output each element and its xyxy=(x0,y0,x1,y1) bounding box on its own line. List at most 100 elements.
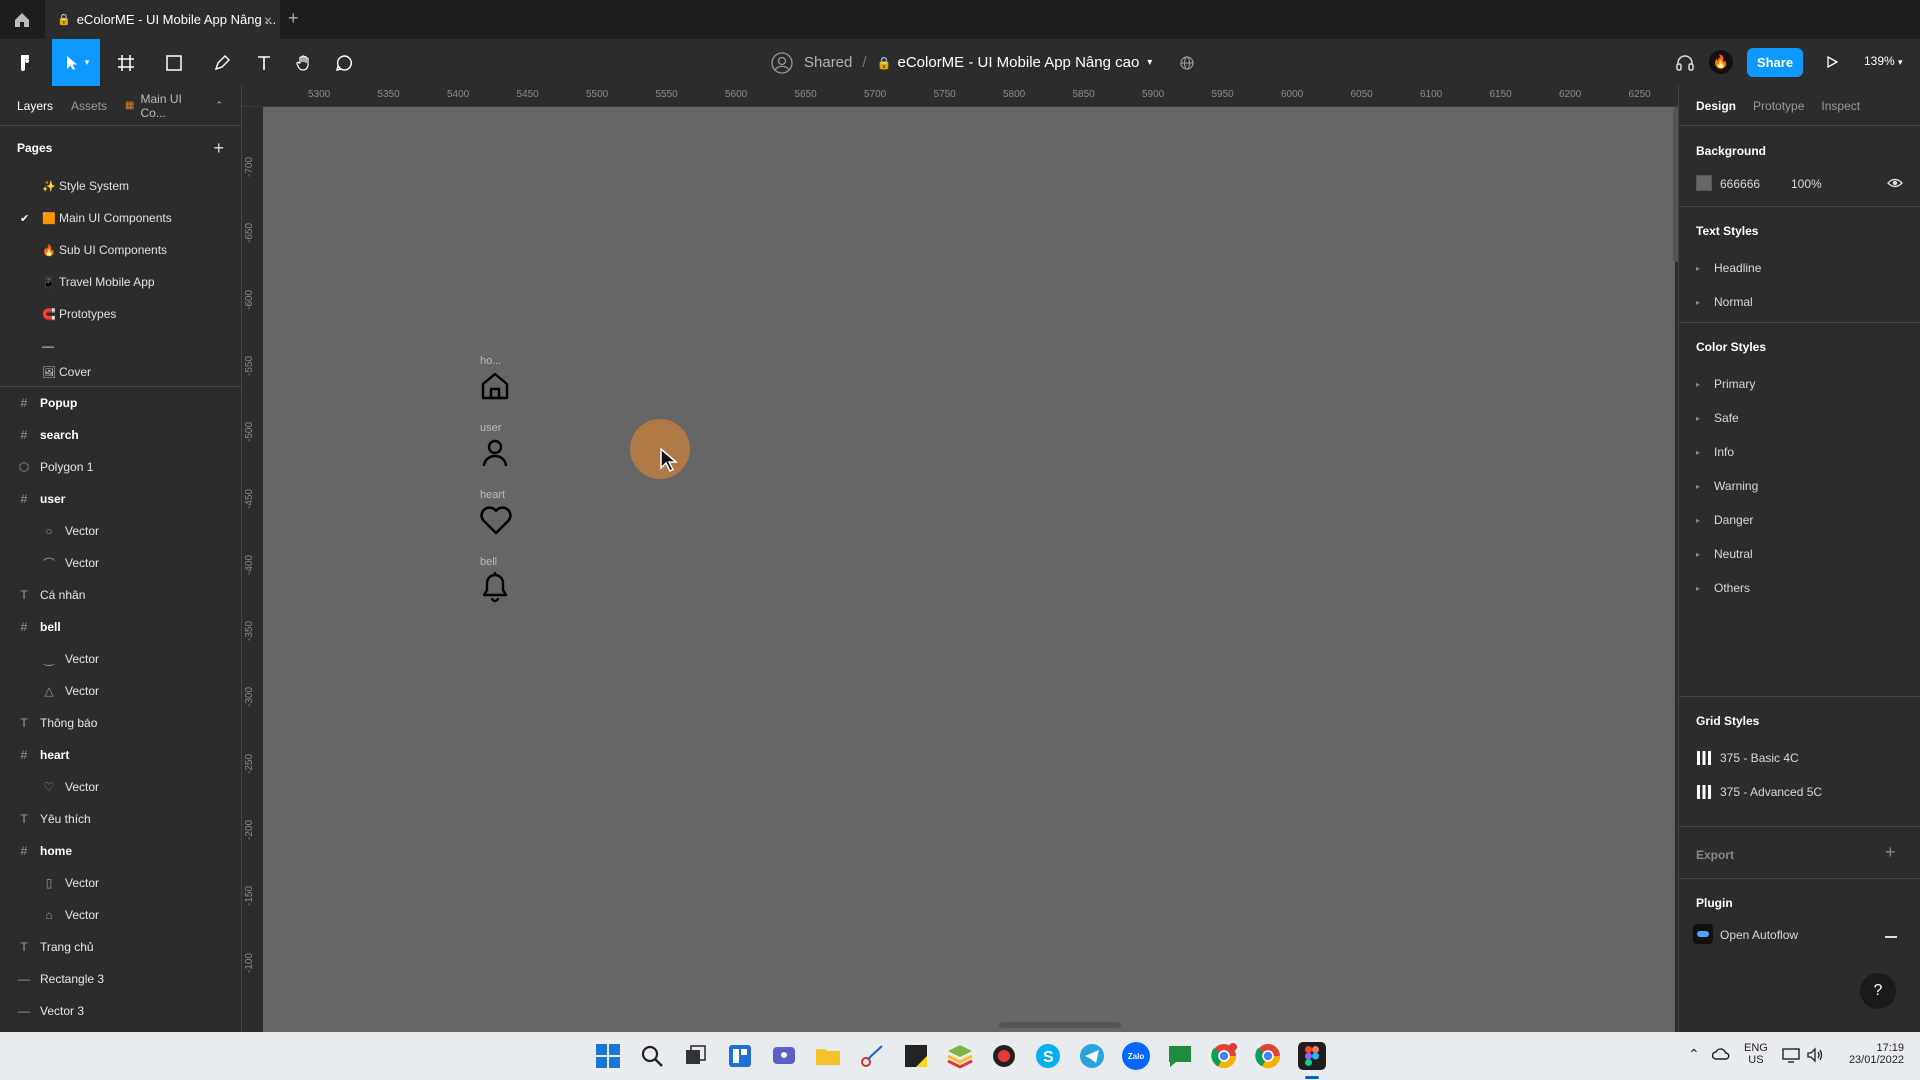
chrome-profile-icon[interactable] xyxy=(1254,1042,1282,1070)
current-page-selector[interactable]: Main UI Co... xyxy=(141,92,210,120)
layer-row[interactable]: # heart xyxy=(0,739,241,771)
move-tool-icon[interactable]: ▾ xyxy=(52,39,100,86)
shape-tool-icon[interactable] xyxy=(156,39,192,86)
layer-row[interactable]: # search xyxy=(0,419,241,451)
file-explorer-icon[interactable] xyxy=(814,1042,842,1070)
help-button[interactable]: ? xyxy=(1860,973,1896,1009)
background-color-swatch[interactable] xyxy=(1696,175,1712,191)
home-frame-label[interactable]: ho... xyxy=(480,355,501,367)
file-name[interactable]: eColorME - UI Mobile App Nâng cao xyxy=(898,54,1140,71)
layer-row[interactable]: T Yêu thích xyxy=(0,803,241,835)
teams-chat-icon[interactable] xyxy=(770,1042,798,1070)
eye-icon[interactable] xyxy=(1887,177,1903,189)
layer-row[interactable]: # home xyxy=(0,835,241,867)
zalo-icon[interactable]: Zalo xyxy=(1122,1042,1150,1070)
tab-assets[interactable]: Assets xyxy=(71,99,107,113)
page-item[interactable]: — xyxy=(0,330,241,362)
layer-row[interactable]: # user xyxy=(0,483,241,515)
frame-tool-icon[interactable] xyxy=(108,39,144,86)
telegram-icon[interactable] xyxy=(1078,1042,1106,1070)
color-style-item[interactable]: ▸ Others xyxy=(1696,581,1750,595)
close-tab-icon[interactable]: × xyxy=(264,12,272,28)
task-view-icon[interactable] xyxy=(682,1042,710,1070)
page-item[interactable]: 📱 Travel Mobile App xyxy=(0,266,241,298)
bell-icon[interactable] xyxy=(479,569,511,603)
layer-row[interactable]: T Cá nhân xyxy=(0,579,241,611)
layer-row[interactable]: △ Vector xyxy=(0,675,241,707)
present-play-icon[interactable] xyxy=(1825,55,1839,69)
skype-icon[interactable]: S xyxy=(1034,1042,1062,1070)
color-style-item[interactable]: ▸ Neutral xyxy=(1696,547,1753,561)
layer-row[interactable]: — Vector 3 xyxy=(0,995,241,1027)
heart-icon[interactable] xyxy=(479,504,513,536)
page-item[interactable]: ✔ 🟧 Main UI Components xyxy=(0,202,241,234)
page-item[interactable]: ✨ Style System xyxy=(0,170,241,202)
layer-row[interactable]: # bell xyxy=(0,611,241,643)
background-hex-input[interactable]: 666666 xyxy=(1720,177,1760,191)
remove-plugin-icon[interactable] xyxy=(1885,936,1897,938)
search-icon[interactable] xyxy=(638,1042,666,1070)
chrome-icon[interactable] xyxy=(1210,1042,1238,1070)
user-icon[interactable] xyxy=(479,437,511,469)
shared-link[interactable]: Shared xyxy=(804,54,852,71)
audio-headphones-icon[interactable] xyxy=(1675,53,1695,73)
text-style-item[interactable]: ▸ Headline xyxy=(1696,261,1761,275)
share-button[interactable]: Share xyxy=(1747,48,1803,77)
grid-style-item[interactable]: 375 - Basic 4C xyxy=(1696,750,1799,766)
volume-icon[interactable] xyxy=(1806,1047,1824,1063)
horizontal-scrollbar[interactable] xyxy=(999,1022,1121,1028)
comment-tool-icon[interactable] xyxy=(330,39,358,86)
layer-row[interactable]: ‿ Vector xyxy=(0,643,241,675)
user-avatar[interactable]: 🔥 xyxy=(1709,50,1733,74)
layer-row[interactable]: ♡ Vector xyxy=(0,771,241,803)
messages-icon[interactable] xyxy=(1166,1042,1194,1070)
tab-prototype[interactable]: Prototype xyxy=(1753,99,1804,113)
background-opacity-input[interactable]: 100% xyxy=(1791,177,1822,191)
layer-row[interactable]: ○ Vector xyxy=(0,515,241,547)
bell-frame-label[interactable]: bell xyxy=(480,556,497,568)
color-style-item[interactable]: ▸ Danger xyxy=(1696,513,1753,527)
chevron-up-icon[interactable]: ⌃ xyxy=(215,100,223,111)
layer-row[interactable]: ⌂ Vector xyxy=(0,899,241,931)
clock[interactable]: 17:19 23/01/2022 xyxy=(1834,1042,1904,1066)
color-style-item[interactable]: ▸ Safe xyxy=(1696,411,1739,425)
page-item[interactable]: 🖼 Cover xyxy=(0,362,241,382)
autoflow-plugin-icon[interactable] xyxy=(1693,924,1713,944)
grid-style-item[interactable]: 375 - Advanced 5C xyxy=(1696,784,1822,800)
new-tab-button[interactable]: + xyxy=(288,8,299,29)
zoom-level[interactable]: 139% ▾ xyxy=(1864,54,1903,68)
tray-overflow-icon[interactable]: ⌃ xyxy=(1688,1046,1700,1063)
text-tool-icon[interactable] xyxy=(252,39,276,86)
snipping-tool-icon[interactable] xyxy=(858,1042,886,1070)
add-page-icon[interactable]: + xyxy=(213,138,224,159)
figma-app-icon[interactable] xyxy=(1298,1042,1326,1070)
main-menu-icon[interactable] xyxy=(8,39,42,86)
add-export-icon[interactable]: + xyxy=(1885,842,1896,863)
network-monitor-icon[interactable] xyxy=(1782,1047,1800,1063)
pen-tool-icon[interactable] xyxy=(204,39,240,86)
file-tab[interactable]: 🔒 eColorME - UI Mobile App Nâng ... × xyxy=(45,0,280,39)
language-indicator[interactable]: ENG US xyxy=(1744,1042,1768,1066)
plugin-name[interactable]: Open Autoflow xyxy=(1720,928,1798,942)
onedrive-cloud-icon[interactable] xyxy=(1712,1047,1730,1061)
bluestacks-icon[interactable] xyxy=(946,1042,974,1070)
design-canvas[interactable]: ho... user heart bell xyxy=(263,107,1679,1032)
user-frame-label[interactable]: user xyxy=(480,422,501,434)
widgets-icon[interactable] xyxy=(726,1042,754,1070)
sticky-notes-icon[interactable] xyxy=(902,1042,930,1070)
home-icon[interactable] xyxy=(12,10,32,30)
layer-row[interactable]: ▯ Vector xyxy=(0,867,241,899)
heart-frame-label[interactable]: heart xyxy=(480,489,505,501)
layer-row[interactable]: # Popup xyxy=(0,387,241,419)
color-style-item[interactable]: ▸ Info xyxy=(1696,445,1734,459)
globe-icon[interactable] xyxy=(1180,55,1194,70)
tab-layers[interactable]: Layers xyxy=(17,99,53,113)
windows-start-icon[interactable] xyxy=(594,1042,622,1070)
tab-design[interactable]: Design xyxy=(1696,99,1736,113)
layer-row[interactable]: — Rectangle 3 xyxy=(0,963,241,995)
layer-row[interactable]: ⌒ Vector xyxy=(0,547,241,579)
text-style-item[interactable]: ▸ Normal xyxy=(1696,295,1753,309)
layer-row[interactable]: T Trang chủ xyxy=(0,931,241,963)
home-icon[interactable] xyxy=(479,370,511,402)
page-item[interactable]: 🔥 Sub UI Components xyxy=(0,234,241,266)
